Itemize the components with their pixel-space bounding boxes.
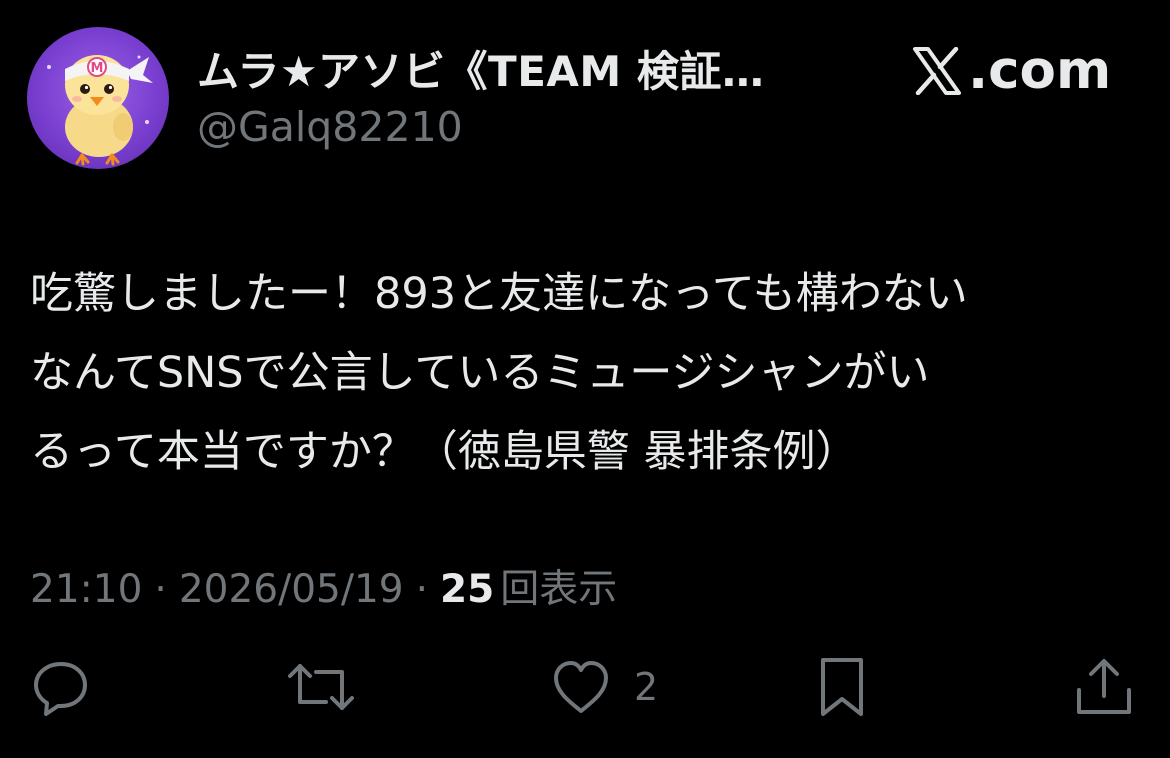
action-bar: 2	[0, 655, 1170, 725]
chick-avatar-icon: M	[47, 55, 153, 166]
reply-icon	[34, 662, 87, 716]
meta-separator: ·	[154, 567, 167, 612]
like-count: 2	[634, 665, 659, 709]
tweet-line: 吃驚しましたー！893と友達になっても構わない	[30, 269, 968, 319]
share-button[interactable]	[1073, 655, 1135, 719]
tweet-line: るって本当ですか？（徳島県警 暴排条例）	[30, 427, 859, 477]
display-name[interactable]: ムラ★アソビ《TEAM 検証…	[197, 38, 764, 99]
brand[interactable]: .com	[912, 40, 1111, 101]
tweet-time[interactable]: 21:10	[30, 567, 142, 612]
share-icon	[1077, 659, 1131, 714]
brand-domain: .com	[968, 40, 1112, 101]
tweet-date[interactable]: 2026/05/19	[179, 567, 404, 612]
bookmark-button[interactable]	[817, 655, 867, 719]
tweet-meta: 21:10 · 2026/05/19 · 25 回表示	[30, 558, 617, 614]
heart-icon	[554, 661, 608, 713]
x-logo-icon	[913, 46, 961, 95]
bookmark-icon	[821, 658, 863, 716]
tweet-text: 吃驚しましたー！893と友達になっても構わない なんてSNSで公言しているミュー…	[30, 255, 1150, 492]
meta-separator: ·	[415, 567, 429, 612]
avatar-badge-letter: M	[91, 61, 104, 76]
views-label: 回表示	[500, 567, 618, 612]
tweet-line: なんてSNSで公言しているミュージシャンがい	[30, 348, 930, 398]
reply-button[interactable]	[30, 655, 92, 719]
user-handle[interactable]: @Galq82210	[197, 103, 463, 151]
retweet-icon	[288, 664, 354, 710]
avatar[interactable]: M	[27, 27, 169, 169]
like-button[interactable]: 2	[550, 655, 658, 719]
retweet-button[interactable]	[286, 655, 356, 719]
views-count[interactable]: 25	[440, 567, 494, 612]
